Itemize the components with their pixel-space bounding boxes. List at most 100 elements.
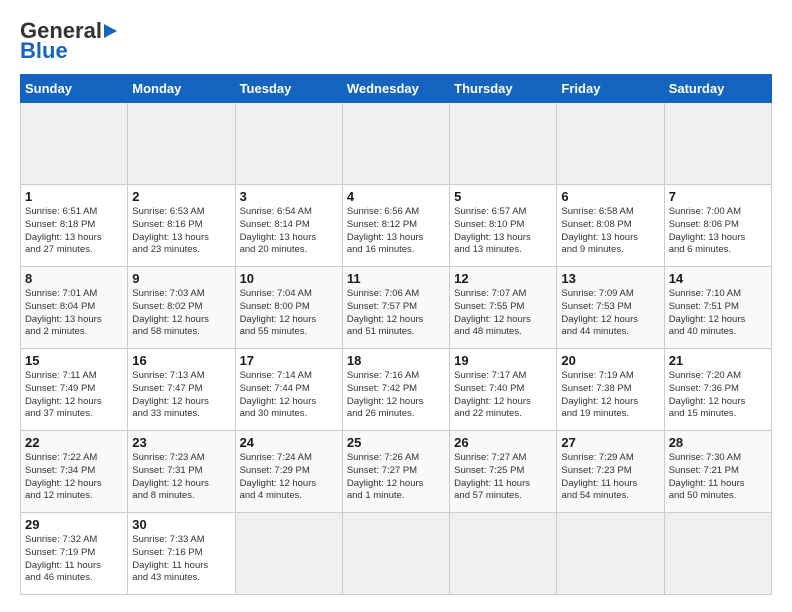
day-cell: 29 Sunrise: 7:32 AM Sunset: 7:19 PM Dayli… xyxy=(21,513,128,595)
day-info: Sunrise: 7:03 AM Sunset: 8:02 PM Dayligh… xyxy=(132,288,209,337)
day-number: 11 xyxy=(347,271,445,286)
day-info: Sunrise: 7:17 AM Sunset: 7:40 PM Dayligh… xyxy=(454,370,531,419)
week-row-5: 29 Sunrise: 7:32 AM Sunset: 7:19 PM Dayli… xyxy=(21,513,772,595)
day-info: Sunrise: 7:04 AM Sunset: 8:00 PM Dayligh… xyxy=(240,288,317,337)
day-cell xyxy=(342,103,449,185)
day-info: Sunrise: 7:14 AM Sunset: 7:44 PM Dayligh… xyxy=(240,370,317,419)
calendar-table: SundayMondayTuesdayWednesdayThursdayFrid… xyxy=(20,74,772,595)
day-number: 14 xyxy=(669,271,767,286)
day-cell: 12Sunrise: 7:07 AM Sunset: 7:55 PM Dayli… xyxy=(450,267,557,349)
day-info: Sunrise: 6:57 AM Sunset: 8:10 PM Dayligh… xyxy=(454,206,531,255)
day-number: 2 xyxy=(132,189,230,204)
day-cell xyxy=(235,513,342,595)
day-info: Sunrise: 7:23 AM Sunset: 7:31 PM Dayligh… xyxy=(132,452,209,501)
day-cell: 30Sunrise: 7:33 AM Sunset: 7:16 PM Dayli… xyxy=(128,513,235,595)
col-header-wednesday: Wednesday xyxy=(342,75,449,103)
day-cell: 19 Sunrise: 7:17 AM Sunset: 7:40 PM Dayli… xyxy=(450,349,557,431)
day-number: 5 xyxy=(454,189,552,204)
day-number: 23 xyxy=(132,435,230,450)
week-row-2: 8 Sunrise: 7:01 AM Sunset: 8:04 PM Daylig… xyxy=(21,267,772,349)
day-number: 4 xyxy=(347,189,445,204)
header: General Blue xyxy=(20,18,772,64)
col-header-friday: Friday xyxy=(557,75,664,103)
week-row-4: 22Sunrise: 7:22 AM Sunset: 7:34 PM Dayli… xyxy=(21,431,772,513)
day-info: Sunrise: 7:22 AM Sunset: 7:34 PM Dayligh… xyxy=(25,452,102,501)
day-cell: 15 Sunrise: 7:11 AM Sunset: 7:49 PM Dayli… xyxy=(21,349,128,431)
day-info: Sunrise: 6:58 AM Sunset: 8:08 PM Dayligh… xyxy=(561,206,638,255)
day-info: Sunrise: 7:10 AM Sunset: 7:51 PM Dayligh… xyxy=(669,288,746,337)
logo-arrow-icon xyxy=(104,24,117,38)
day-info: Sunrise: 7:01 AM Sunset: 8:04 PM Dayligh… xyxy=(25,288,102,337)
col-header-saturday: Saturday xyxy=(664,75,771,103)
day-info: Sunrise: 7:27 AM Sunset: 7:25 PM Dayligh… xyxy=(454,452,530,501)
day-number: 8 xyxy=(25,271,123,286)
day-cell: 3 Sunrise: 6:54 AM Sunset: 8:14 PM Daylig… xyxy=(235,185,342,267)
day-cell: 4 Sunrise: 6:56 AM Sunset: 8:12 PM Daylig… xyxy=(342,185,449,267)
col-header-monday: Monday xyxy=(128,75,235,103)
day-number: 10 xyxy=(240,271,338,286)
day-info: Sunrise: 7:16 AM Sunset: 7:42 PM Dayligh… xyxy=(347,370,424,419)
day-info: Sunrise: 7:13 AM Sunset: 7:47 PM Dayligh… xyxy=(132,370,209,419)
day-info: Sunrise: 7:32 AM Sunset: 7:19 PM Dayligh… xyxy=(25,534,101,583)
day-info: Sunrise: 7:24 AM Sunset: 7:29 PM Dayligh… xyxy=(240,452,317,501)
day-number: 16 xyxy=(132,353,230,368)
day-number: 25 xyxy=(347,435,445,450)
day-number: 29 xyxy=(25,517,123,532)
day-cell xyxy=(128,103,235,185)
day-number: 13 xyxy=(561,271,659,286)
day-cell: 28Sunrise: 7:30 AM Sunset: 7:21 PM Dayli… xyxy=(664,431,771,513)
day-info: Sunrise: 7:26 AM Sunset: 7:27 PM Dayligh… xyxy=(347,452,424,501)
day-number: 3 xyxy=(240,189,338,204)
day-cell: 17 Sunrise: 7:14 AM Sunset: 7:44 PM Dayli… xyxy=(235,349,342,431)
day-cell xyxy=(450,513,557,595)
day-cell: 27Sunrise: 7:29 AM Sunset: 7:23 PM Dayli… xyxy=(557,431,664,513)
day-cell: 18Sunrise: 7:16 AM Sunset: 7:42 PM Dayli… xyxy=(342,349,449,431)
day-info: Sunrise: 7:09 AM Sunset: 7:53 PM Dayligh… xyxy=(561,288,638,337)
day-number: 7 xyxy=(669,189,767,204)
day-cell: 6 Sunrise: 6:58 AM Sunset: 8:08 PM Daylig… xyxy=(557,185,664,267)
day-cell: 13 Sunrise: 7:09 AM Sunset: 7:53 PM Dayli… xyxy=(557,267,664,349)
week-row-0 xyxy=(21,103,772,185)
day-number: 21 xyxy=(669,353,767,368)
week-row-1: 1Sunrise: 6:51 AM Sunset: 8:18 PM Daylig… xyxy=(21,185,772,267)
day-cell: 16 Sunrise: 7:13 AM Sunset: 7:47 PM Dayli… xyxy=(128,349,235,431)
day-number: 15 xyxy=(25,353,123,368)
day-info: Sunrise: 7:30 AM Sunset: 7:21 PM Dayligh… xyxy=(669,452,745,501)
day-info: Sunrise: 7:19 AM Sunset: 7:38 PM Dayligh… xyxy=(561,370,638,419)
day-cell xyxy=(450,103,557,185)
day-cell: 11 Sunrise: 7:06 AM Sunset: 7:57 PM Dayli… xyxy=(342,267,449,349)
day-cell: 7Sunrise: 7:00 AM Sunset: 8:06 PM Daylig… xyxy=(664,185,771,267)
day-cell xyxy=(664,513,771,595)
day-info: Sunrise: 7:29 AM Sunset: 7:23 PM Dayligh… xyxy=(561,452,637,501)
day-cell: 24Sunrise: 7:24 AM Sunset: 7:29 PM Dayli… xyxy=(235,431,342,513)
day-cell xyxy=(342,513,449,595)
col-header-thursday: Thursday xyxy=(450,75,557,103)
day-number: 17 xyxy=(240,353,338,368)
day-cell: 1Sunrise: 6:51 AM Sunset: 8:18 PM Daylig… xyxy=(21,185,128,267)
day-info: Sunrise: 7:06 AM Sunset: 7:57 PM Dayligh… xyxy=(347,288,424,337)
logo-blue: Blue xyxy=(20,38,68,64)
col-header-sunday: Sunday xyxy=(21,75,128,103)
day-number: 6 xyxy=(561,189,659,204)
day-info: Sunrise: 6:56 AM Sunset: 8:12 PM Dayligh… xyxy=(347,206,424,255)
day-number: 30 xyxy=(132,517,230,532)
day-info: Sunrise: 6:54 AM Sunset: 8:14 PM Dayligh… xyxy=(240,206,317,255)
day-cell xyxy=(557,103,664,185)
day-number: 19 xyxy=(454,353,552,368)
day-cell: 21Sunrise: 7:20 AM Sunset: 7:36 PM Dayli… xyxy=(664,349,771,431)
day-number: 12 xyxy=(454,271,552,286)
day-number: 20 xyxy=(561,353,659,368)
header-row: SundayMondayTuesdayWednesdayThursdayFrid… xyxy=(21,75,772,103)
day-cell xyxy=(235,103,342,185)
day-cell: 14 Sunrise: 7:10 AM Sunset: 7:51 PM Dayli… xyxy=(664,267,771,349)
page: General Blue SundayMondayTuesdayWednesda… xyxy=(0,0,792,605)
day-cell xyxy=(664,103,771,185)
day-cell: 10 Sunrise: 7:04 AM Sunset: 8:00 PM Dayli… xyxy=(235,267,342,349)
day-info: Sunrise: 6:51 AM Sunset: 8:18 PM Dayligh… xyxy=(25,206,102,255)
day-number: 9 xyxy=(132,271,230,286)
day-info: Sunrise: 7:11 AM Sunset: 7:49 PM Dayligh… xyxy=(25,370,102,419)
day-cell: 9 Sunrise: 7:03 AM Sunset: 8:02 PM Daylig… xyxy=(128,267,235,349)
day-cell: 22Sunrise: 7:22 AM Sunset: 7:34 PM Dayli… xyxy=(21,431,128,513)
week-row-3: 15 Sunrise: 7:11 AM Sunset: 7:49 PM Dayli… xyxy=(21,349,772,431)
day-cell xyxy=(557,513,664,595)
